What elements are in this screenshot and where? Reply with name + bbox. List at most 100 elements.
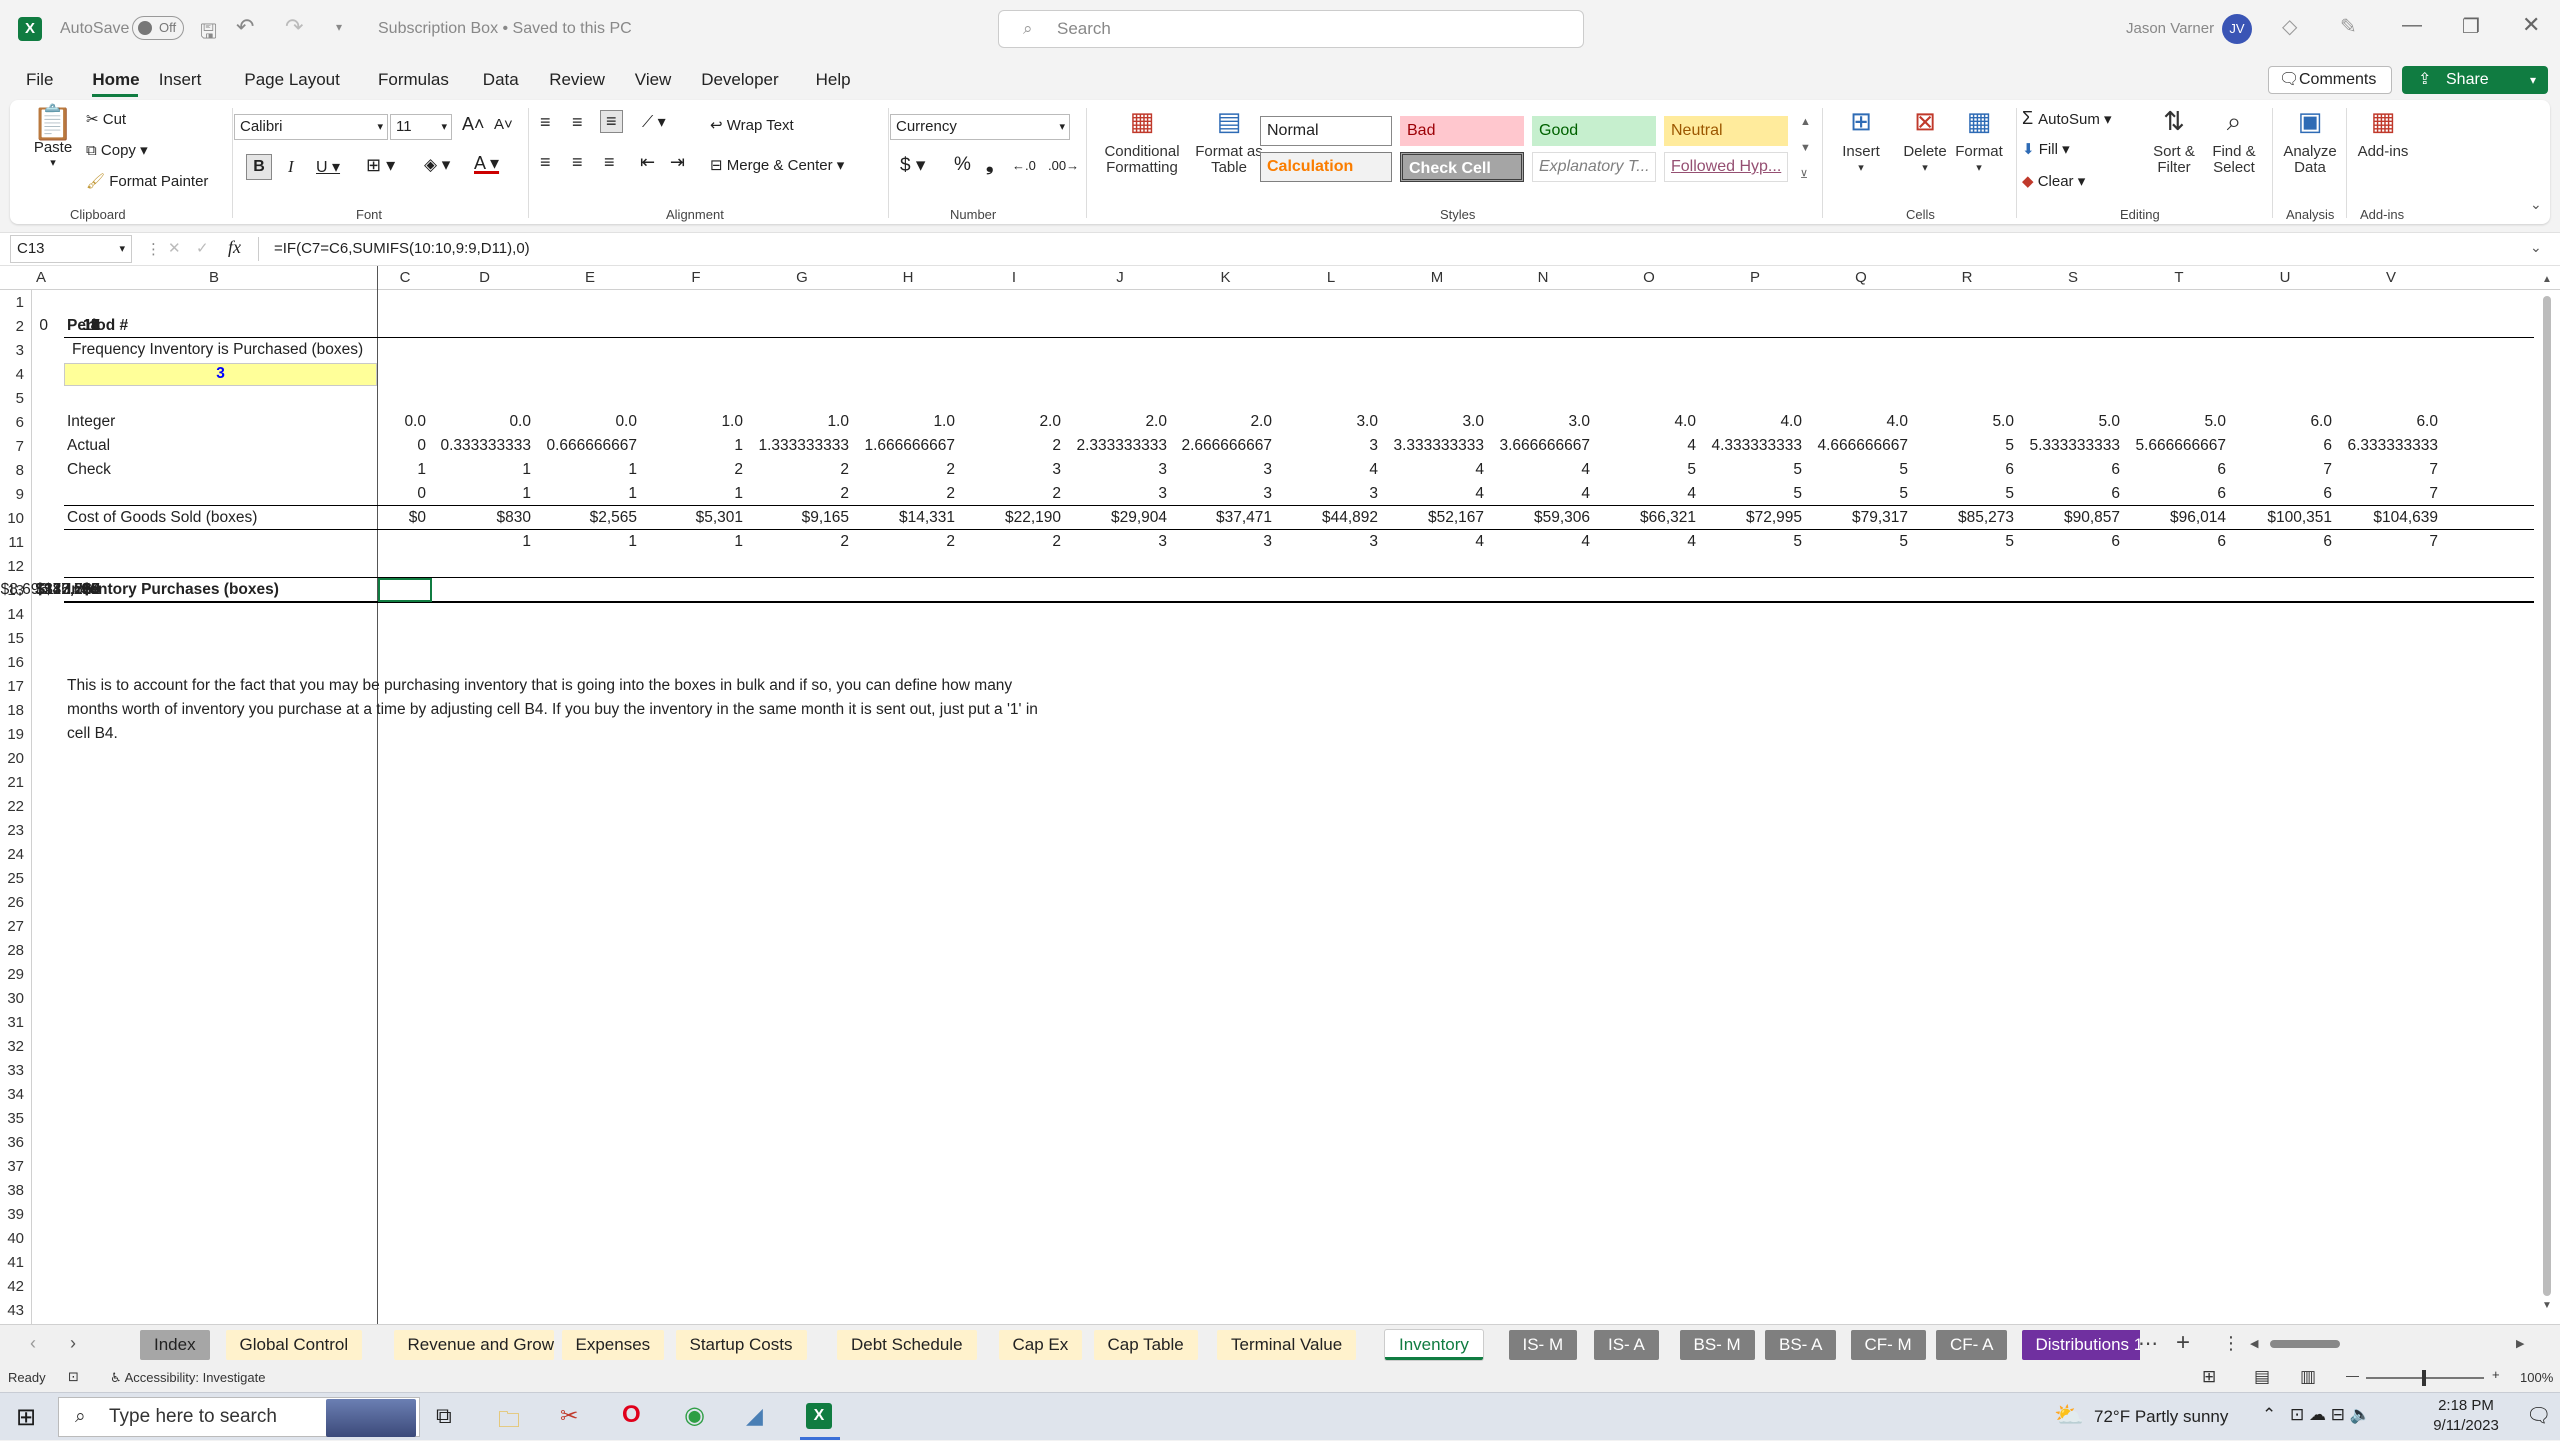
format-as-table-button[interactable]: ▤ Format as Table [1192, 106, 1266, 176]
cell-r6[interactable]: 5.0 [2126, 411, 2226, 433]
cell-r10[interactable]: $96,014 [2126, 507, 2226, 529]
windows-start-icon[interactable]: ⊞ [16, 1403, 36, 1432]
tray-chevron-icon[interactable]: ⌃ [2262, 1405, 2276, 1425]
diamond-icon[interactable]: ◇ [2282, 14, 2297, 39]
fill-button[interactable]: ⬇ Fill ▾ [2022, 140, 2070, 158]
prev-sheet-icon[interactable]: ‹ [30, 1333, 36, 1354]
cell-r8[interactable]: 2 [855, 459, 955, 481]
cell-r7[interactable]: 1.333333333 [749, 435, 849, 457]
weather-text[interactable]: 72°F Partly sunny [2094, 1407, 2228, 1427]
menu-developer[interactable]: Developer [701, 70, 779, 90]
cell-r10[interactable]: $72,995 [1702, 507, 1802, 529]
page-break-view-icon[interactable]: ▥ [2300, 1367, 2316, 1387]
align-bottom-icon[interactable]: ≡ [600, 110, 623, 133]
sort-filter-button[interactable]: ⇅ Sort & Filter [2144, 106, 2204, 176]
menu-formulas[interactable]: Formulas [378, 70, 449, 90]
cell-r11[interactable]: 7 [2338, 531, 2438, 553]
horizontal-scrollbar[interactable]: ◀ ▶ [2250, 1335, 2530, 1353]
cell-r6[interactable]: 1.0 [749, 411, 849, 433]
next-sheet-icon[interactable]: › [70, 1333, 76, 1354]
cell-r9[interactable]: 3 [1067, 483, 1167, 505]
comments-button[interactable]: 🗨 Comments [2268, 66, 2392, 94]
cell-r2[interactable]: 19 [0, 315, 100, 337]
styles-scroll-up-icon[interactable]: ▲ [1800, 116, 1811, 128]
cell-r10[interactable]: $44,892 [1278, 507, 1378, 529]
cell-r9[interactable]: 1 [643, 483, 743, 505]
insert-function-icon[interactable]: fx [228, 237, 241, 258]
cell-r11[interactable]: 2 [749, 531, 849, 553]
cell-r9[interactable]: 2 [749, 483, 849, 505]
orientation-icon[interactable]: ⟋ ▾ [642, 112, 666, 132]
cell-r10[interactable]: $5,301 [643, 507, 743, 529]
cell-r7[interactable]: 1.666666667 [855, 435, 955, 457]
cell-r10[interactable]: $2,565 [537, 507, 637, 529]
styles-scroll-down-icon[interactable]: ▼ [1800, 142, 1811, 154]
cell-r6[interactable]: 4.0 [1702, 411, 1802, 433]
cell-r6[interactable]: 3.0 [1490, 411, 1590, 433]
cell-r6[interactable]: 1.0 [855, 411, 955, 433]
wrap-text-button[interactable]: ↩ Wrap Text [710, 116, 794, 134]
sheet-tab-terminal-value[interactable]: Terminal Value [1217, 1330, 1357, 1360]
cell-r6[interactable]: 5.0 [2020, 411, 2120, 433]
excel-taskbar-icon[interactable]: X [806, 1403, 832, 1429]
cell-r6[interactable]: 3.0 [1278, 411, 1378, 433]
decrease-decimal-icon[interactable]: .00→ [1048, 158, 1079, 173]
confirm-formula-icon[interactable]: ✓ [196, 239, 209, 257]
clear-button[interactable]: ◆ Clear ▾ [2022, 172, 2085, 190]
cancel-formula-icon[interactable]: ✕ [168, 239, 181, 257]
accounting-format-icon[interactable]: $ ▾ [900, 154, 925, 177]
document-title[interactable]: Subscription Box • Saved to this PC [378, 20, 632, 38]
cell-area[interactable]: Period # Frequency Inventory is Purchased… [0, 266, 2560, 1324]
cell-r7[interactable]: 5.666666667 [2126, 435, 2226, 457]
cell-r10[interactable]: $90,857 [2020, 507, 2120, 529]
sheet-tab-is-a[interactable]: IS- A [1594, 1330, 1659, 1360]
cell-r10[interactable]: $37,471 [1173, 507, 1272, 529]
cell-r7[interactable]: 6 [2232, 435, 2332, 457]
cell-r8[interactable]: 5 [1596, 459, 1696, 481]
cell-r8[interactable]: 1 [432, 459, 531, 481]
style-explanatory[interactable]: Explanatory T... [1532, 152, 1656, 182]
cell-r9[interactable]: 4 [1384, 483, 1484, 505]
cell-r6[interactable]: 5.0 [1914, 411, 2014, 433]
underline-button[interactable]: U ▾ [316, 157, 340, 177]
align-left-icon[interactable]: ≡ [540, 152, 551, 173]
insert-cells-button[interactable]: ⊞ Insert ▾ [1834, 106, 1888, 176]
close-icon[interactable]: ✕ [2522, 12, 2540, 38]
vertical-scrollbar[interactable]: ▲ ▼ [2538, 274, 2556, 1314]
scroll-up-icon[interactable]: ▲ [2542, 274, 2552, 285]
cell-r6[interactable]: 6.0 [2232, 411, 2332, 433]
bold-button[interactable]: B [246, 154, 272, 180]
cell-r11[interactable]: 6 [2020, 531, 2120, 553]
sheet-tab-is-m[interactable]: IS- M [1508, 1330, 1578, 1360]
cell-r8[interactable]: 1 [378, 459, 426, 481]
font-color-icon[interactable]: A ▾ [474, 153, 499, 174]
cell-r9[interactable]: 7 [2338, 483, 2438, 505]
sheet-tab-expenses[interactable]: Expenses [561, 1330, 665, 1360]
minimize-icon[interactable]: — [2402, 14, 2422, 37]
cell-r7[interactable]: 3.333333333 [1384, 435, 1484, 457]
cell-r11[interactable]: 1 [643, 531, 743, 553]
normal-view-icon[interactable]: ⊞ [2202, 1367, 2216, 1387]
quick-access-dropdown-icon[interactable]: ▾ [336, 20, 342, 34]
cell-r11[interactable]: 4 [1384, 531, 1484, 553]
scroll-right-icon[interactable]: ▶ [2516, 1337, 2524, 1350]
cell-r11[interactable]: 1 [537, 531, 637, 553]
cell-r7[interactable]: 5.333333333 [2020, 435, 2120, 457]
cut-button[interactable]: ✂ Cut [86, 110, 126, 128]
menu-help[interactable]: Help [816, 70, 851, 90]
cell-r11[interactable]: 2 [961, 531, 1061, 553]
style-good[interactable]: Good [1532, 116, 1656, 146]
increase-font-icon[interactable]: A˄ [462, 114, 485, 135]
style-calculation[interactable]: Calculation [1260, 152, 1392, 182]
cell-r6[interactable]: 4.0 [1596, 411, 1696, 433]
cell-r11[interactable]: 5 [1808, 531, 1908, 553]
italic-button[interactable]: I [288, 157, 294, 177]
sheet-tab-bs-m[interactable]: BS- M [1679, 1330, 1755, 1360]
cell-r9[interactable]: 5 [1702, 483, 1802, 505]
cell-r9[interactable]: 4 [1490, 483, 1590, 505]
search-box[interactable]: ⌕ Search [998, 10, 1584, 48]
cell-r10[interactable]: $830 [432, 507, 531, 529]
cell-r7[interactable]: 2.666666667 [1173, 435, 1272, 457]
zoom-in-icon[interactable]: + [2492, 1367, 2500, 1382]
snipping-tool-icon[interactable]: ✂ [560, 1403, 578, 1429]
